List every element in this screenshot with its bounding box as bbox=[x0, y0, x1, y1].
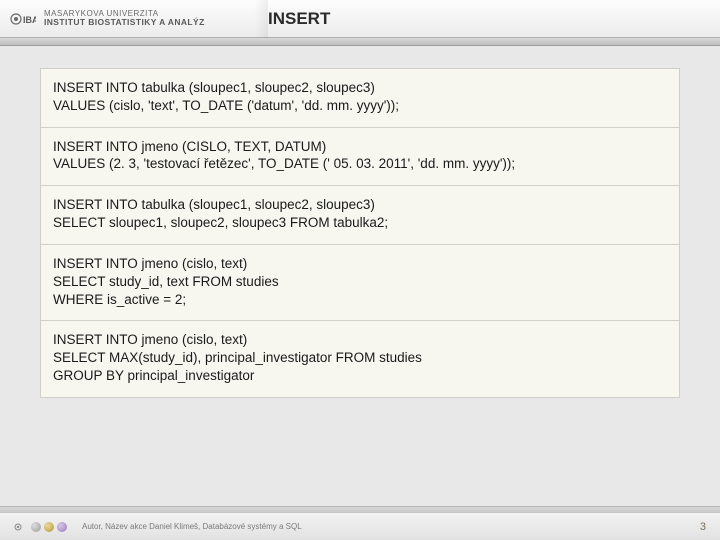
slide-footer: Autor, Název akce Daniel Klimeš, Databáz… bbox=[0, 512, 720, 540]
globe-icon bbox=[31, 522, 41, 532]
iba-mini-icon bbox=[14, 521, 28, 533]
code-line: SELECT sloupec1, sloupec2, sloupec3 FROM… bbox=[53, 214, 667, 232]
code-line: GROUP BY principal_investigator bbox=[53, 367, 667, 385]
logo-block: IBA MASARYKOVA UNIVERZITA INSTITUT BIOST… bbox=[0, 9, 205, 29]
page-number: 3 bbox=[700, 521, 706, 533]
sql-block: INSERT INTO tabulka (sloupec1, sloupec2,… bbox=[41, 69, 679, 128]
code-line: INSERT INTO tabulka (sloupec1, sloupec2,… bbox=[53, 196, 667, 214]
sql-block: INSERT INTO jmeno (cislo, text) SELECT M… bbox=[41, 321, 679, 396]
code-line: INSERT INTO jmeno (cislo, text) bbox=[53, 331, 667, 349]
code-line: INSERT INTO tabulka (sloupec1, sloupec2,… bbox=[53, 79, 667, 97]
code-line: WHERE is_active = 2; bbox=[53, 291, 667, 309]
code-line: SELECT study_id, text FROM studies bbox=[53, 273, 667, 291]
iba-logo-icon: IBA bbox=[10, 9, 36, 29]
title-wrap: INSERT bbox=[268, 0, 330, 38]
code-line: VALUES (2. 3, 'testovací řetězec', TO_DA… bbox=[53, 155, 667, 173]
code-line: VALUES (cislo, 'text', TO_DATE ('datum',… bbox=[53, 97, 667, 115]
logo-text: MASARYKOVA UNIVERZITA INSTITUT BIOSTATIS… bbox=[44, 10, 205, 27]
footer-logo bbox=[0, 521, 70, 533]
code-line: SELECT MAX(study_id), principal_investig… bbox=[53, 349, 667, 367]
award-icon bbox=[57, 522, 67, 532]
slide-title: INSERT bbox=[268, 9, 330, 29]
header-band bbox=[0, 38, 720, 46]
shield-icon bbox=[44, 522, 54, 532]
code-line: INSERT INTO jmeno (cislo, text) bbox=[53, 255, 667, 273]
footer-text: Autor, Název akce Daniel Klimeš, Databáz… bbox=[70, 522, 302, 531]
sql-block: INSERT INTO jmeno (cislo, text) SELECT s… bbox=[41, 245, 679, 321]
code-line: INSERT INTO jmeno (CISLO, TEXT, DATUM) bbox=[53, 138, 667, 156]
sql-block: INSERT INTO tabulka (sloupec1, sloupec2,… bbox=[41, 186, 679, 245]
svg-text:IBA: IBA bbox=[23, 15, 36, 25]
logo-line2: INSTITUT BIOSTATISTIKY A ANALÝZ bbox=[44, 18, 205, 27]
sql-block: INSERT INTO jmeno (CISLO, TEXT, DATUM) V… bbox=[41, 128, 679, 187]
content-table: INSERT INTO tabulka (sloupec1, sloupec2,… bbox=[40, 68, 680, 398]
slide-header: IBA MASARYKOVA UNIVERZITA INSTITUT BIOST… bbox=[0, 0, 720, 38]
